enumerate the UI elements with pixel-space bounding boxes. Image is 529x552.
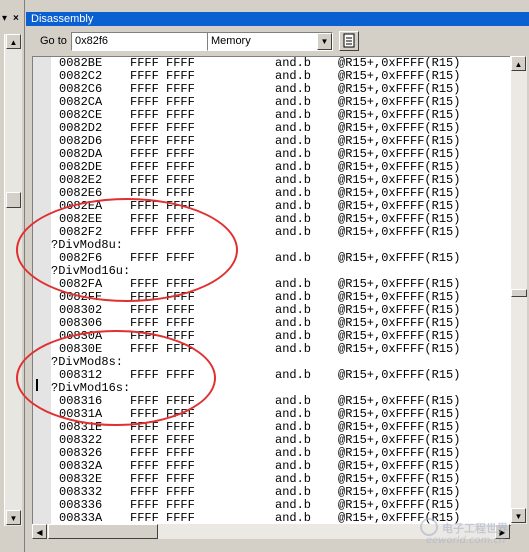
document-button[interactable] xyxy=(339,31,359,51)
watermark-logo-icon xyxy=(420,518,438,536)
left-docked-pane: ▾ × ▲ ▼ xyxy=(0,0,25,552)
scroll-down-icon[interactable]: ▼ xyxy=(6,510,21,525)
watermark-en: eeworld.com.cn xyxy=(426,535,506,546)
window-title[interactable]: Disassembly xyxy=(26,12,529,26)
left-pane-header: ▾ × xyxy=(0,12,24,26)
scroll-up-icon[interactable]: ▲ xyxy=(6,34,21,49)
scroll-up-icon[interactable]: ▲ xyxy=(511,56,526,71)
scroll-left-icon[interactable]: ◀ xyxy=(32,524,47,539)
mnemonic-cell: and.b xyxy=(275,342,312,356)
close-icon[interactable]: × xyxy=(13,12,19,26)
operands-cell: @R15+,0xFFFF(R15) xyxy=(338,225,461,239)
horizontal-scroll-thumb[interactable] xyxy=(48,524,158,539)
operands-cell: @R15+,0xFFFF(R15) xyxy=(338,342,461,356)
watermark-cn: 电子工程世界 xyxy=(442,522,508,535)
mnemonic-cell: and.b xyxy=(275,225,312,239)
pane-menu-icon[interactable]: ▾ xyxy=(2,12,7,26)
memory-zone-combo[interactable]: Memory ▼ xyxy=(207,32,333,51)
toolbar: Go to 0x82f6 ▼ Memory ▼ xyxy=(26,30,529,54)
dropdown-arrow-icon[interactable]: ▼ xyxy=(317,33,332,50)
goto-address-value: 0x82f6 xyxy=(75,35,109,47)
scroll-thumb[interactable] xyxy=(6,192,21,208)
operands-cell: @R15+,0xFFFF(R15) xyxy=(338,251,461,265)
annotation-ellipse-divmod-signed xyxy=(16,330,216,426)
annotation-ellipse-divmod-unsigned xyxy=(16,198,238,302)
breakpoint-gutter[interactable] xyxy=(33,57,51,525)
operands-cell: @R15+,0xFFFF(R15) xyxy=(338,368,461,382)
vertical-scroll-thumb[interactable] xyxy=(511,289,527,297)
vertical-scrollbar[interactable]: ▲ ▼ xyxy=(510,56,527,524)
goto-label: Go to xyxy=(40,35,67,47)
watermark: 电子工程世界 eeworld.com.cn xyxy=(412,518,522,550)
left-pane-scrollbar[interactable]: ▲ ▼ xyxy=(4,34,22,526)
mnemonic-cell: and.b xyxy=(275,251,312,265)
memory-zone-value: Memory xyxy=(211,35,251,47)
mnemonic-cell: and.b xyxy=(275,368,312,382)
document-icon xyxy=(343,33,355,48)
goto-address-combo[interactable]: 0x82f6 ▼ xyxy=(71,32,225,51)
